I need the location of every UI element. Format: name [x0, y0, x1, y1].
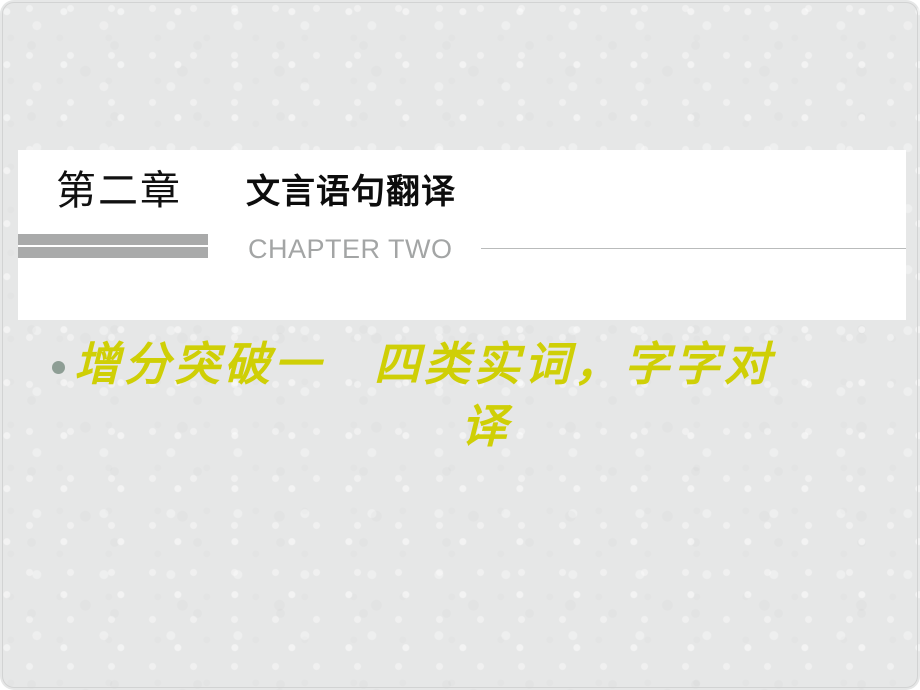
chapter-number-english: CHAPTER TWO: [248, 234, 453, 264]
headline-text-line-two: 译: [461, 399, 511, 453]
rule-bar-bottom: [18, 247, 208, 258]
rule-bar-top: [18, 234, 208, 245]
chapter-english-trailing-rule: [481, 248, 906, 249]
headline-text-line-one: 增分突破一 四类实词，字字对: [74, 337, 774, 391]
slide-canvas: 第二章 文言语句翻译 CHAPTER TWO 增分突破一 四类实词，字字对 译: [0, 0, 920, 690]
chapter-rule-bars: [18, 234, 208, 258]
headline-block: 增分突破一 四类实词，字字对 译: [52, 333, 890, 457]
chapter-subject-chinese: 文言语句翻译: [246, 172, 456, 212]
headline-line-one: 增分突破一 四类实词，字字对: [52, 333, 890, 395]
chapter-title-panel: 第二章 文言语句翻译 CHAPTER TWO: [18, 150, 906, 320]
headline-line-two: 译: [52, 395, 890, 457]
bullet-icon: [52, 360, 65, 374]
chapter-number-chinese: 第二章: [56, 168, 182, 214]
